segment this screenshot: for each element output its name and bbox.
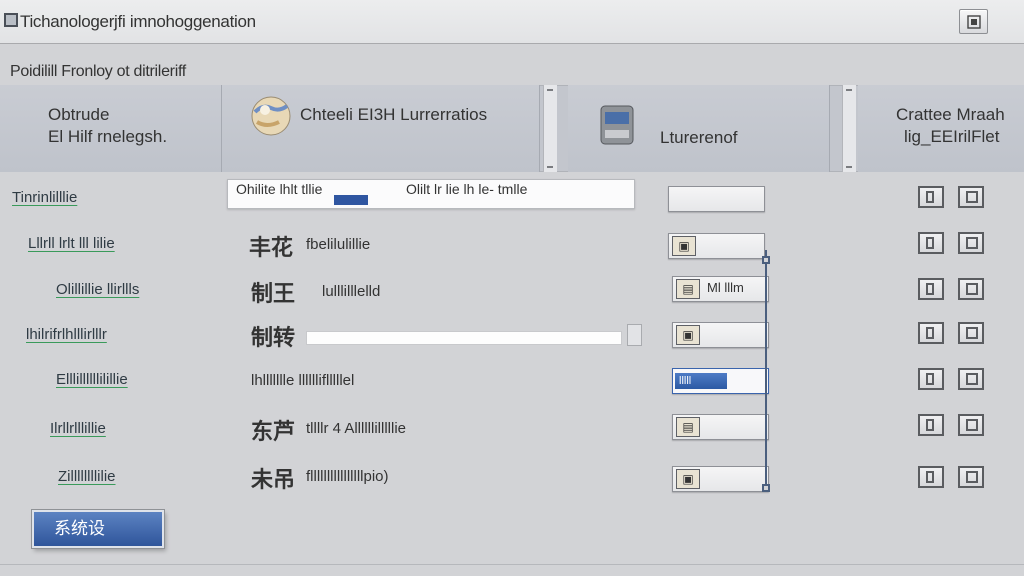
top-field-value-a: Ohilite lhlt tllie bbox=[236, 181, 323, 197]
window-control-icon bbox=[967, 15, 981, 29]
header-panel-4-line2: lig_EEIrilFlet bbox=[904, 127, 1000, 146]
row-wide-input-button[interactable] bbox=[627, 324, 642, 346]
toggle-a-icon bbox=[918, 414, 944, 436]
row-input-2[interactable]: ▤ Ml lllm bbox=[672, 276, 769, 302]
app-icon bbox=[4, 13, 18, 27]
row-glyph-1: 丰花 bbox=[249, 235, 294, 260]
row-desc-4: lhllllllle lllllliflllllel bbox=[251, 372, 355, 389]
toggle-b-icon bbox=[958, 278, 984, 300]
row-input-tag: ▣ bbox=[672, 236, 696, 256]
row-input-0[interactable] bbox=[668, 186, 765, 212]
row-glyph-6: 未吊 bbox=[251, 467, 296, 492]
row-label-4: Elllillllllilillie bbox=[56, 371, 128, 388]
row-input-tag: ▤ bbox=[676, 279, 700, 299]
header-scrollbar-1[interactable] bbox=[543, 85, 557, 172]
connector-dot bbox=[762, 484, 770, 492]
top-field-value-b: Olilt lr lie lh le- tmlle bbox=[406, 181, 528, 197]
row-input-5[interactable]: ▤ bbox=[672, 414, 769, 440]
row-label-1: Lllrll lrlt lll lilie bbox=[28, 235, 115, 252]
toggle-b-icon bbox=[958, 322, 984, 344]
row-desc-5: tllllr 4 Allllllilllllie bbox=[306, 420, 407, 437]
toggle-a-icon bbox=[918, 322, 944, 344]
header-panel-2-label: Chteeli EI3H Lurrerratios bbox=[300, 105, 488, 124]
row-toggle-1[interactable] bbox=[918, 232, 990, 256]
primary-button[interactable]: 系统设 bbox=[31, 509, 165, 549]
row-desc-1: fbelilulillie bbox=[306, 236, 371, 253]
row-input-value-2: Ml lllm bbox=[707, 280, 744, 295]
row-glyph-2: 制王 bbox=[251, 281, 296, 306]
toggle-a-icon bbox=[918, 368, 944, 390]
row-input-4[interactable]: lllll bbox=[672, 368, 769, 394]
toggle-a-icon bbox=[918, 278, 944, 300]
row-label-3: lhilrifrlhlllirlllr bbox=[26, 326, 107, 343]
row-toggle-0[interactable] bbox=[918, 186, 990, 210]
header-panel-1[interactable]: Obtrude El Hilf rnelegsh. bbox=[0, 85, 222, 172]
toggle-a-icon bbox=[918, 186, 944, 208]
connector-dot bbox=[762, 256, 770, 264]
row-toggle-4[interactable] bbox=[918, 368, 990, 392]
row-input-tag: ▤ bbox=[676, 417, 700, 437]
row-toggle-2[interactable] bbox=[918, 278, 990, 302]
window-control-button[interactable] bbox=[959, 9, 988, 34]
row-label-2: Olillillie llirllls bbox=[56, 281, 140, 298]
top-field[interactable]: Ohilite lhlt tllie Olilt lr lie lh le- t… bbox=[227, 179, 635, 209]
toggle-b-icon bbox=[958, 232, 984, 254]
globe-icon bbox=[251, 96, 291, 136]
row-label-5: Ilrllrlllillie bbox=[50, 420, 106, 437]
row-input-tag: ▣ bbox=[676, 469, 700, 489]
row-desc-6: fllllllllllllllllpio) bbox=[306, 468, 389, 485]
row-glyph-5: 东芦 bbox=[251, 419, 296, 444]
active-chip: lllll bbox=[675, 373, 727, 389]
toggle-b-icon bbox=[958, 186, 984, 208]
section-label: Poidilill Fronloy ot ditrileriff bbox=[10, 63, 186, 80]
toggle-b-icon bbox=[958, 368, 984, 390]
header-panel-3-label: Lturerenof bbox=[660, 128, 738, 147]
row-toggle-6[interactable] bbox=[918, 466, 990, 490]
bottom-divider bbox=[0, 564, 1024, 565]
row-input-6[interactable]: ▣ bbox=[672, 466, 769, 492]
row-toggle-3[interactable] bbox=[918, 322, 990, 346]
selection-chip bbox=[334, 195, 368, 205]
header-panel-4-line1: Crattee Mraah bbox=[896, 105, 1005, 124]
header-panel-1-line2: El Hilf rnelegsh. bbox=[48, 127, 168, 146]
toggle-b-icon bbox=[958, 466, 984, 488]
window-title: Tichanologerjfi imnohoggenation bbox=[20, 12, 256, 31]
row-label-6: Zillllllllilie bbox=[58, 468, 116, 485]
header-panel-4[interactable]: Crattee Mraah lig_EEIrilFlet bbox=[858, 85, 1024, 172]
title-bar: Tichanologerjfi imnohoggenation bbox=[0, 0, 1024, 44]
header-panel-1-line1: Obtrude bbox=[48, 105, 110, 124]
drive-icon bbox=[600, 105, 634, 145]
row-label-0: Tinrinlilllie bbox=[12, 189, 78, 206]
toggle-a-icon bbox=[918, 466, 944, 488]
row-input-tag: ▣ bbox=[676, 325, 700, 345]
row-glyph-3: 制转 bbox=[251, 325, 296, 350]
toggle-a-icon bbox=[918, 232, 944, 254]
row-input-3[interactable]: ▣ bbox=[672, 322, 769, 348]
row-connector-line bbox=[765, 250, 767, 490]
row-desc-2: lulllilllelld bbox=[322, 283, 381, 300]
row-wide-input-3[interactable] bbox=[306, 331, 622, 345]
toggle-b-icon bbox=[958, 414, 984, 436]
row-input-1[interactable]: ▣ bbox=[668, 233, 765, 259]
row-toggle-5[interactable] bbox=[918, 414, 990, 438]
header-scrollbar-2[interactable] bbox=[842, 85, 856, 172]
